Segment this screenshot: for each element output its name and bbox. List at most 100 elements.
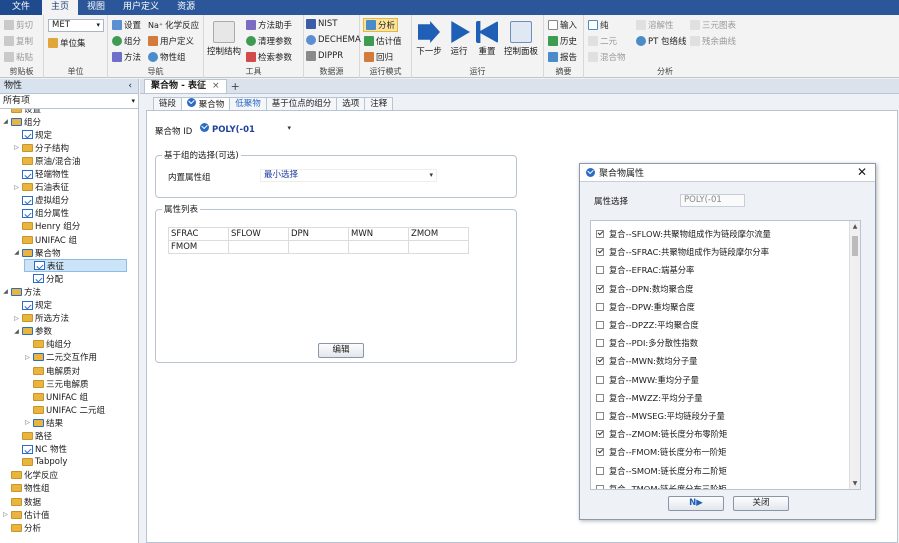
tab-site-based[interactable]: 基于位点的组分 [265,97,338,111]
tree-item[interactable]: 物性组 [2,482,50,495]
tree-item[interactable]: 虚拟组分 [13,194,69,207]
tree-item[interactable]: ◢ 方法 [2,285,41,298]
tree-item[interactable]: UNIFAC 组 [13,233,77,246]
table-cell[interactable] [408,240,469,254]
tree-item[interactable]: NC 物性 [13,443,67,456]
tree-item[interactable]: 纯组分 [24,338,72,351]
control-structure-button[interactable]: 控制结构 [206,21,242,57]
close-button[interactable]: 关闭 [733,496,789,511]
unit-sets-button[interactable]: 单位集 [48,37,86,49]
tree-item[interactable]: ▷ 石油表征 [13,181,69,194]
attribute-checkbox[interactable] [596,375,604,384]
attribute-item[interactable]: 复合--MWW:重均分子量 [596,373,699,387]
tab-options[interactable]: 选项 [336,97,366,111]
paste-button[interactable]: 粘贴 [4,51,33,63]
tree-item[interactable]: 规定 [13,128,52,141]
estimation-mode-button[interactable]: 估计值 [364,35,402,47]
tree-item[interactable]: ▷ 所选方法 [13,312,69,325]
expander-icon[interactable]: ◢ [13,328,20,335]
attribute-checkbox[interactable] [596,248,604,257]
tab-custom[interactable]: 用户定义 [114,0,168,15]
attribute-checkbox[interactable] [596,302,604,311]
tree-item[interactable]: Henry 组分 [13,220,80,233]
tree-item[interactable]: ◢ 聚合物 [13,246,61,259]
tab-polymers[interactable]: 聚合物 [181,97,231,111]
pt-envelope-button[interactable]: PT 包络线 [636,35,687,47]
regression-mode-button[interactable]: 回归 [364,51,393,63]
tree-item[interactable]: UNIFAC 组 [24,390,88,403]
attribute-item[interactable]: 复合--TMOM:链长度分布三阶矩 [596,482,727,489]
doc-tab-polymer-characterization[interactable]: 聚合物 - 表征 × [144,79,227,93]
history-button[interactable]: 历史 [548,35,577,47]
next-button[interactable]: 下一步 [414,21,444,57]
tab-oligomers[interactable]: 低聚物 [229,97,267,111]
file-menu[interactable]: 文件 [0,0,43,15]
tree-item[interactable]: Tabpoly [13,456,67,469]
tree-item[interactable]: 分配 [24,272,63,285]
edit-button[interactable]: 编辑 [318,343,364,358]
prop-sets-button[interactable]: 物性组 [148,51,186,63]
method-assistant-button[interactable]: 方法助手 [246,19,292,31]
cut-button[interactable]: 剪切 [4,19,33,31]
attribute-checkbox[interactable] [596,339,604,348]
nist-button[interactable]: NIST [306,19,337,29]
tree-item[interactable]: 原油/混合油 [13,154,80,167]
tab-view[interactable]: 视图 [78,0,114,15]
setup-button[interactable]: 设置 [112,19,141,31]
tree-item[interactable]: 路径 [13,430,52,443]
attribute-checkbox[interactable] [596,321,604,329]
residue-curve-button[interactable]: 残余曲线 [690,35,736,47]
attribute-list-scrollbar[interactable]: ▲ ▼ [849,221,860,489]
dechema-button[interactable]: DECHEMA [306,35,361,45]
tree-item[interactable]: ▷ 估计值 [2,508,50,521]
close-icon[interactable]: ✕ [857,165,867,179]
builtin-group-select[interactable]: 最小选择 ▾ [260,169,437,182]
attribute-checkbox[interactable] [596,484,604,489]
attribute-checkbox[interactable] [596,412,604,420]
table-cell[interactable]: ZMOM [408,227,469,241]
tree-item[interactable]: 三元电解质 [24,377,89,390]
chemistry-button[interactable]: Na⁺ 化学反应 [148,19,199,32]
attribute-checkbox[interactable] [596,466,604,475]
attribute-checkbox[interactable] [596,430,604,439]
customize-button[interactable]: 用户定义 [148,35,194,47]
attribute-item[interactable]: 复合--MWZZ:平均分子量 [596,391,703,405]
solubility-button[interactable]: 溶解性 [636,19,674,31]
nav-filter-select[interactable]: 所有项 ▾ [0,94,138,109]
components-button[interactable]: 组分 [112,35,141,47]
run-button[interactable]: 运行 [446,21,472,57]
attribute-checkbox[interactable] [596,266,604,275]
tree-item[interactable]: ▷ 分子结构 [13,141,69,154]
attribute-item[interactable]: 复合--DPN:数均聚合度 [596,282,693,296]
copy-button[interactable]: 复制 [4,35,33,47]
mixture-analysis-button[interactable]: 混合物 [588,51,626,63]
table-cell[interactable]: FMOM [168,240,229,254]
expander-icon[interactable]: ◢ [2,288,9,295]
attribute-checkbox[interactable] [596,448,604,457]
tree-item[interactable]: 组分属性 [13,207,69,220]
scroll-up-icon[interactable]: ▲ [850,223,860,230]
attribute-checkbox[interactable] [596,393,604,402]
table-cell[interactable] [348,240,409,254]
next-arrow-button[interactable]: N▶ [668,496,724,511]
table-cell[interactable]: SFRAC [168,227,229,241]
tree-item[interactable]: ◢ 参数 [13,325,52,338]
table-cell[interactable] [228,240,289,254]
expander-icon[interactable]: ▷ [13,315,20,322]
table-cell[interactable] [288,240,349,254]
tree-item[interactable]: 表征 [24,259,127,273]
expander-icon[interactable]: ▷ [24,419,31,426]
methods-button[interactable]: 方法 [112,51,141,63]
binary-analysis-button[interactable]: 二元 [588,35,617,47]
attribute-checkbox[interactable] [596,357,604,366]
tree-item[interactable]: 化学反应 [2,469,58,482]
analysis-mode-button[interactable]: 分析 [363,18,399,32]
attribute-item[interactable]: 复合--PDI:多分散性指数 [596,336,698,350]
tree-item[interactable]: 电解质对 [24,364,80,377]
attribute-item[interactable]: 复合--MWSEG:平均链段分子量 [596,409,725,423]
expander-icon[interactable]: ▷ [13,184,20,191]
tab-home[interactable]: 主页 [42,0,79,15]
attribute-item[interactable]: 复合--DPZZ:平均聚合度 [596,318,699,332]
control-panel-button[interactable]: 控制面板 [502,21,540,57]
tab-resources[interactable]: 资源 [168,0,204,15]
